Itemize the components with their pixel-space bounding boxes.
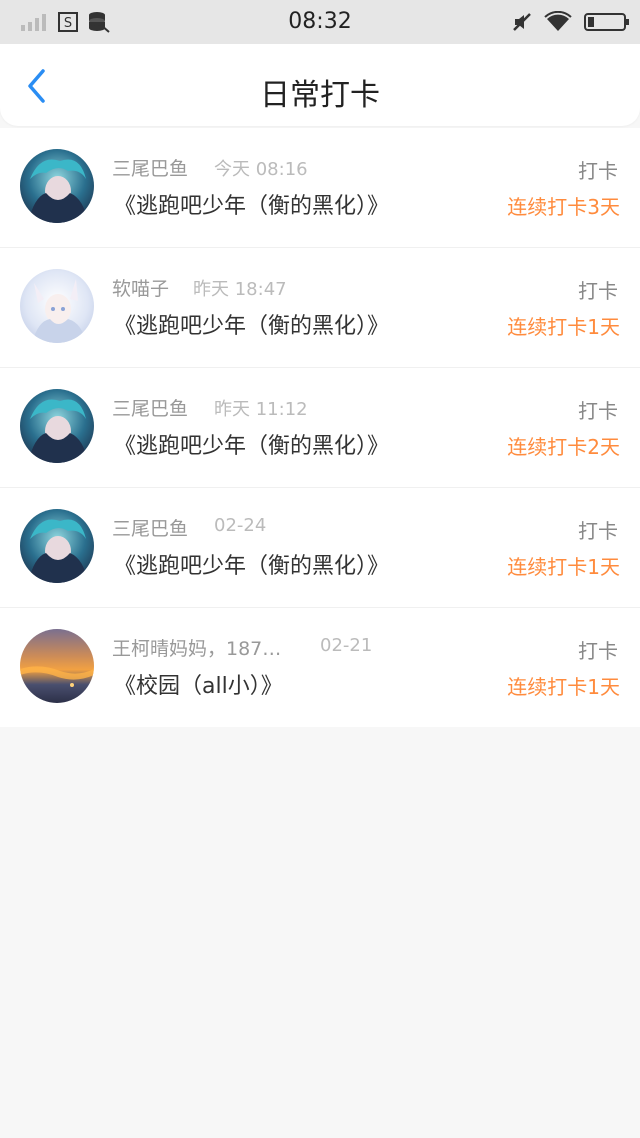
list-item[interactable]: 软喵子 昨天 18:47 《逃跑吧少年（衡的黑化）》 打卡 连续打卡1天 [0, 247, 640, 367]
book-title[interactable]: 《逃跑吧少年（衡的黑化）》 [114, 308, 389, 340]
checkin-tag: 打卡 [578, 639, 618, 663]
avatar[interactable] [20, 509, 94, 583]
checkin-tag: 打卡 [578, 399, 618, 423]
checkin-tag: 打卡 [578, 519, 618, 543]
status-right-icons [512, 11, 630, 33]
list-item[interactable]: 三尾巴鱼 今天 08:16 《逃跑吧少年（衡的黑化）》 打卡 连续打卡3天 [0, 128, 640, 247]
wifi-icon [544, 11, 572, 31]
streak-label: 连续打卡1天 [507, 315, 620, 339]
post-time: 昨天 18:47 [193, 279, 287, 300]
checkin-tag: 打卡 [578, 159, 618, 183]
user-name: 三尾巴鱼 [112, 158, 189, 180]
checkin-tag: 打卡 [578, 279, 618, 303]
avatar[interactable] [20, 629, 94, 703]
avatar[interactable] [20, 149, 94, 223]
battery-icon [584, 13, 629, 31]
post-time: 昨天 11:12 [214, 399, 308, 420]
post-time: 今天 08:16 [214, 159, 308, 180]
user-name: 三尾巴鱼 [112, 398, 189, 420]
list-item[interactable]: 王柯晴妈妈，187… 02-21 《校园（all小）》 打卡 连续打卡1天 [0, 607, 640, 727]
book-title[interactable]: 《逃跑吧少年（衡的黑化）》 [114, 428, 389, 460]
user-name: 三尾巴鱼 [112, 518, 189, 540]
checkin-list: 三尾巴鱼 今天 08:16 《逃跑吧少年（衡的黑化）》 打卡 连续打卡3天 软喵… [0, 128, 640, 727]
post-time: 02-21 [320, 635, 373, 656]
streak-label: 连续打卡1天 [507, 675, 620, 699]
status-bar: S 08:32 [0, 0, 640, 44]
book-title[interactable]: 《逃跑吧少年（衡的黑化）》 [114, 548, 389, 580]
user-name: 软喵子 [112, 278, 170, 300]
list-item[interactable]: 三尾巴鱼 昨天 11:12 《逃跑吧少年（衡的黑化）》 打卡 连续打卡2天 [0, 367, 640, 487]
streak-label: 连续打卡2天 [507, 435, 620, 459]
user-name: 王柯晴妈妈，187… [112, 638, 282, 660]
book-title[interactable]: 《校园（all小）》 [114, 668, 283, 700]
post-time: 02-24 [214, 515, 267, 536]
avatar[interactable] [20, 269, 94, 343]
avatar[interactable] [20, 389, 94, 463]
book-title[interactable]: 《逃跑吧少年（衡的黑化）》 [114, 188, 389, 220]
streak-label: 连续打卡3天 [507, 195, 620, 219]
nav-header: 日常打卡 [0, 44, 640, 126]
streak-label: 连续打卡1天 [507, 555, 620, 579]
page-title: 日常打卡 [260, 78, 380, 113]
list-item[interactable]: 三尾巴鱼 02-24 《逃跑吧少年（衡的黑化）》 打卡 连续打卡1天 [0, 487, 640, 607]
mute-icon [513, 13, 531, 31]
